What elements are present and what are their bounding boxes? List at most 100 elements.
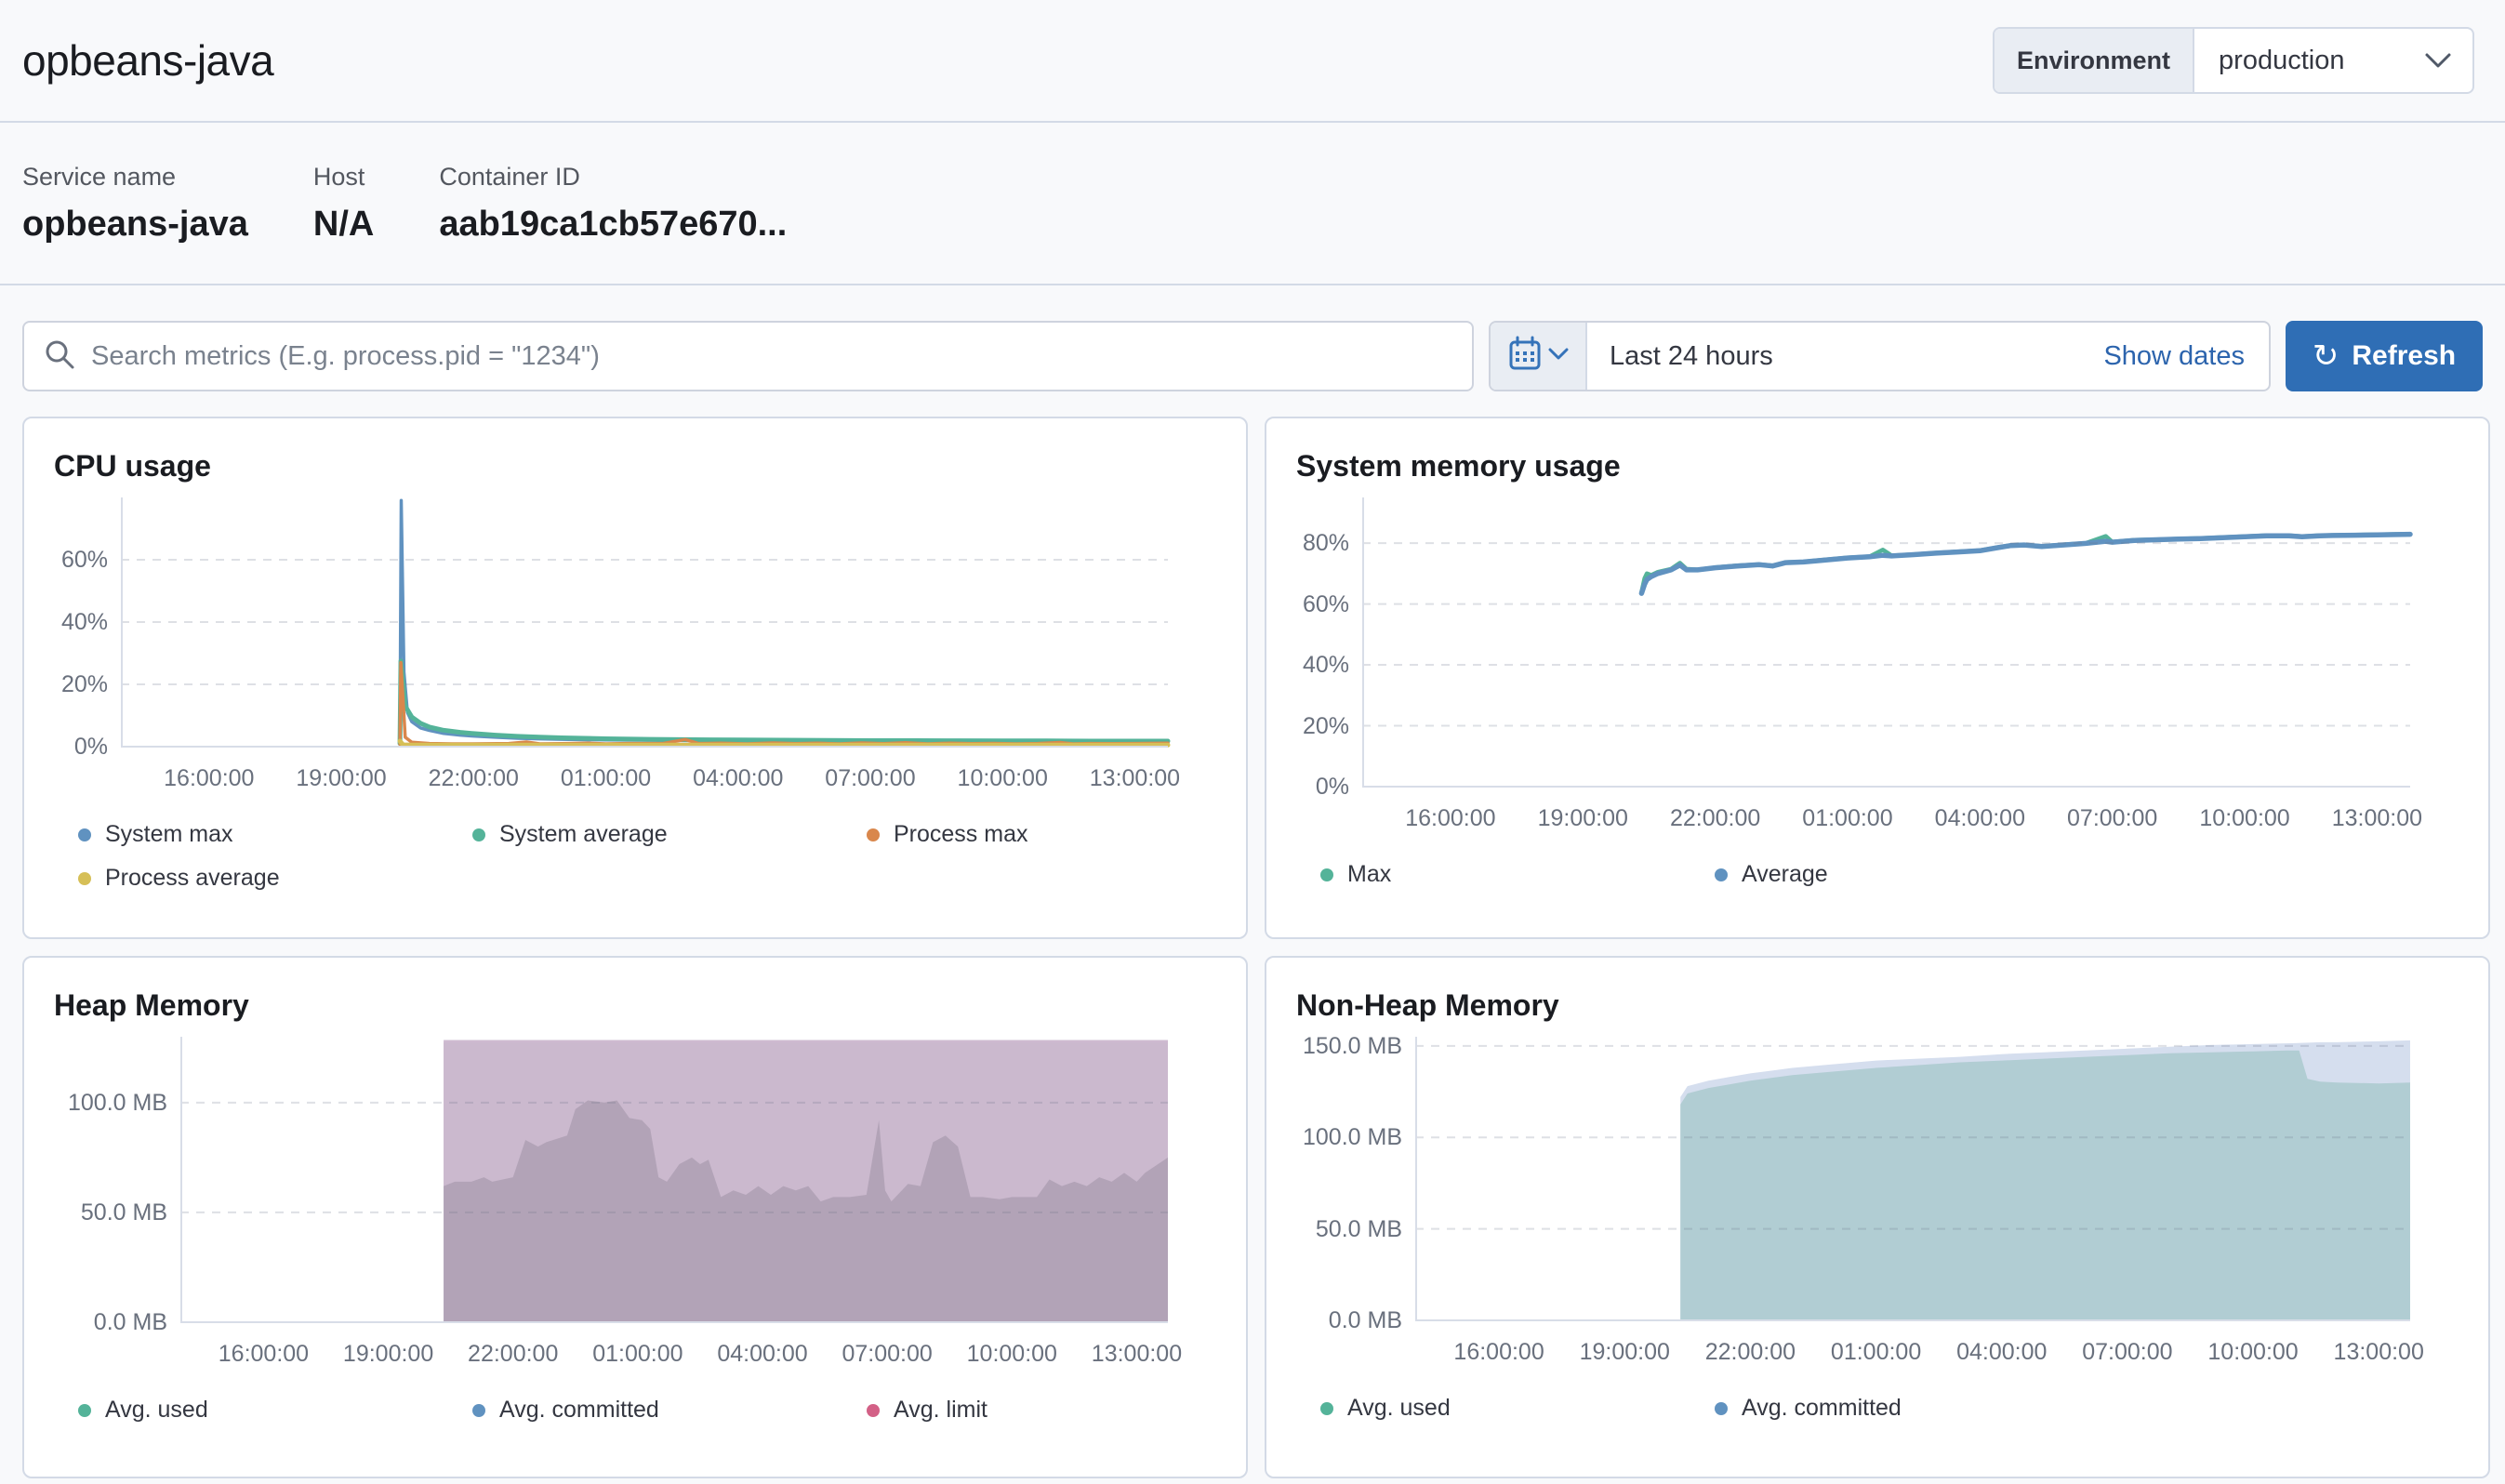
x-tick-label: 10:00:00 xyxy=(967,1341,1057,1368)
x-tick-label: 13:00:00 xyxy=(1090,765,1180,792)
legend-label: Average xyxy=(1742,861,1828,888)
x-tick-label: 19:00:00 xyxy=(1538,805,1628,832)
legend-item[interactable]: Process average xyxy=(78,865,472,892)
calendar-icon xyxy=(1507,336,1543,378)
environment-current-value: production xyxy=(2219,46,2344,76)
y-tick-label: 0% xyxy=(54,733,108,761)
page-header: opbeans-java Environment production xyxy=(0,0,2505,123)
x-tick-label: 19:00:00 xyxy=(296,765,386,792)
legend-item[interactable]: Average xyxy=(1715,861,2109,888)
system-memory-panel: System memory usage 0%20%40%60%80% 16:00… xyxy=(1265,417,2490,939)
legend-item[interactable]: Avg. used xyxy=(1320,1395,1715,1422)
non-heap-memory-panel: Non-Heap Memory 0.0 MB50.0 MB100.0 MB150… xyxy=(1265,956,2490,1478)
x-tick-label: 16:00:00 xyxy=(1453,1339,1544,1366)
y-tick-label: 150.0 MB xyxy=(1296,1032,1402,1060)
legend-item[interactable]: System max xyxy=(78,821,472,848)
metrics-toolbar: Last 24 hours Show dates ↻ Refresh xyxy=(22,321,2483,391)
y-tick-label: 0% xyxy=(1296,773,1349,801)
environment-value-select[interactable]: production xyxy=(2194,29,2472,92)
plot xyxy=(180,1037,1168,1322)
metrics-grid: CPU usage 0%20%40%60% 16:00:0019:00:0022… xyxy=(22,417,2483,1478)
search-input[interactable] xyxy=(91,341,1453,372)
legend-label: Avg. committed xyxy=(499,1397,659,1424)
container-id-block: Container ID aab19ca1cb57e670... xyxy=(439,163,787,245)
legend-label: Process average xyxy=(105,865,280,892)
legend-item[interactable]: System average xyxy=(472,821,867,848)
time-range-display[interactable]: Last 24 hours xyxy=(1587,323,2079,390)
x-tick-label: 22:00:00 xyxy=(1670,805,1760,832)
show-dates-link[interactable]: Show dates xyxy=(2079,323,2269,390)
y-tick-label: 0.0 MB xyxy=(54,1308,167,1336)
y-tick-label: 60% xyxy=(1296,590,1349,618)
legend-item[interactable]: Avg. limit xyxy=(867,1397,1261,1424)
x-tick-label: 10:00:00 xyxy=(2199,805,2289,832)
heap-memory-panel: Heap Memory 0.0 MB50.0 MB100.0 MB 16:00:… xyxy=(22,956,1248,1478)
legend-dot-icon xyxy=(472,1404,485,1417)
legend-item[interactable]: Avg. committed xyxy=(1715,1395,2109,1422)
container-id-label: Container ID xyxy=(439,163,787,192)
legend-dot-icon xyxy=(78,1404,91,1417)
x-tick-label: 13:00:00 xyxy=(2332,805,2422,832)
legend-dot-icon xyxy=(1320,868,1333,881)
x-tick-label: 10:00:00 xyxy=(2207,1339,2298,1366)
legend-dot-icon xyxy=(867,1404,880,1417)
refresh-icon: ↻ xyxy=(2313,340,2339,372)
x-tick-label: 04:00:00 xyxy=(1956,1339,2047,1366)
x-tick-label: 19:00:00 xyxy=(343,1341,433,1368)
y-tick-label: 0.0 MB xyxy=(1296,1306,1402,1334)
legend-item[interactable]: Process max xyxy=(867,821,1261,848)
service-name-label: Service name xyxy=(22,163,248,192)
x-axis-labels: 16:00:0019:00:0022:00:0001:00:0004:00:00… xyxy=(180,1335,1216,1378)
legend-label: Avg. committed xyxy=(1742,1395,1902,1422)
environment-selector[interactable]: Environment production xyxy=(1993,27,2474,94)
x-tick-label: 10:00:00 xyxy=(958,765,1048,792)
x-axis-labels: 16:00:0019:00:0022:00:0001:00:0004:00:00… xyxy=(121,760,1216,802)
y-tick-label: 40% xyxy=(54,608,108,636)
legend-label: Avg. used xyxy=(1347,1395,1451,1422)
legend-dot-icon xyxy=(1715,868,1728,881)
chart-title: Non-Heap Memory xyxy=(1296,986,2459,1025)
y-tick-label: 80% xyxy=(1296,529,1349,557)
x-tick-label: 01:00:00 xyxy=(1831,1339,1921,1366)
plot xyxy=(1415,1037,2410,1320)
service-name-value: opbeans-java xyxy=(22,205,248,245)
x-tick-label: 19:00:00 xyxy=(1580,1339,1670,1366)
chart-title: Heap Memory xyxy=(54,986,1216,1025)
x-tick-label: 16:00:00 xyxy=(1405,805,1495,832)
legend-label: System average xyxy=(499,821,668,848)
chart-title: CPU usage xyxy=(54,446,1216,485)
y-axis-labels: 0%20%40%60% xyxy=(54,497,108,747)
x-tick-label: 13:00:00 xyxy=(2334,1339,2424,1366)
host-block: Host N/A xyxy=(313,163,374,245)
y-tick-label: 50.0 MB xyxy=(54,1199,167,1226)
x-tick-label: 22:00:00 xyxy=(468,1341,558,1368)
y-axis-labels: 0.0 MB50.0 MB100.0 MB150.0 MB xyxy=(1296,1037,1402,1320)
x-axis-labels: 16:00:0019:00:0022:00:0001:00:0004:00:00… xyxy=(1362,800,2459,842)
legend: Avg. used Avg. committed xyxy=(1296,1395,2459,1422)
cpu-usage-panel: CPU usage 0%20%40%60% 16:00:0019:00:0022… xyxy=(22,417,1248,939)
x-tick-label: 13:00:00 xyxy=(1092,1341,1182,1368)
legend-label: Process max xyxy=(894,821,1027,848)
legend-dot-icon xyxy=(1320,1402,1333,1415)
y-axis-labels: 0.0 MB50.0 MB100.0 MB xyxy=(54,1037,167,1322)
y-tick-label: 40% xyxy=(1296,651,1349,679)
refresh-button-label: Refresh xyxy=(2352,340,2456,372)
calendar-quick-select-button[interactable] xyxy=(1491,323,1587,390)
legend: System max System average Process max Proce… xyxy=(54,821,1216,892)
legend-dot-icon xyxy=(472,828,485,841)
chevron-down-icon xyxy=(2424,46,2452,76)
y-axis-labels: 0%20%40%60%80% xyxy=(1296,497,1349,787)
plot xyxy=(121,497,1168,747)
legend-item[interactable]: Max xyxy=(1320,861,1715,888)
container-id-value: aab19ca1cb57e670... xyxy=(439,205,787,245)
y-tick-label: 100.0 MB xyxy=(54,1089,167,1117)
x-tick-label: 07:00:00 xyxy=(825,765,915,792)
x-tick-label: 01:00:00 xyxy=(592,1341,683,1368)
date-picker: Last 24 hours Show dates xyxy=(1489,321,2271,391)
environment-label: Environment xyxy=(1995,29,2194,92)
refresh-button[interactable]: ↻ Refresh xyxy=(2286,321,2483,391)
legend-item[interactable]: Avg. used xyxy=(78,1397,472,1424)
legend-dot-icon xyxy=(1715,1402,1728,1415)
y-tick-label: 20% xyxy=(54,670,108,698)
legend-item[interactable]: Avg. committed xyxy=(472,1397,867,1424)
